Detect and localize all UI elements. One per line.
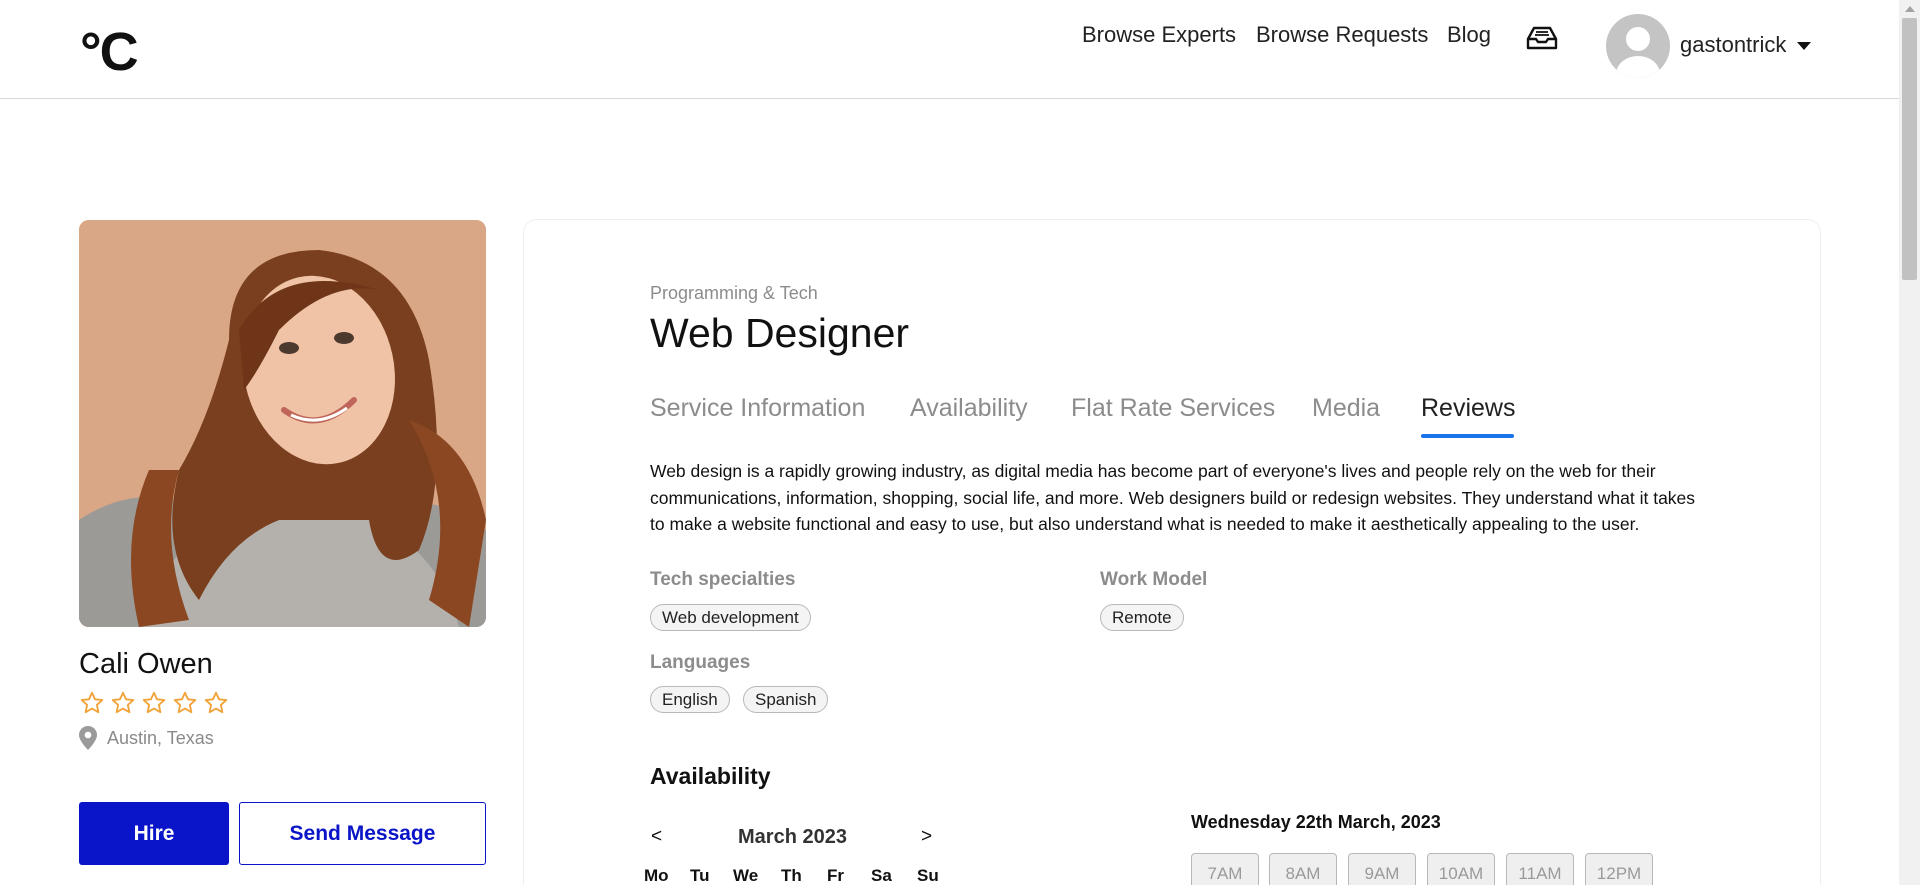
send-message-button[interactable]: Send Message xyxy=(239,802,486,865)
weekday-label: Tu xyxy=(690,866,710,885)
weekday-label: Fr xyxy=(827,866,844,885)
time-slot-button[interactable]: 8AM xyxy=(1269,853,1337,885)
username-label[interactable]: gastontrick xyxy=(1680,32,1786,58)
tab-reviews[interactable]: Reviews xyxy=(1421,394,1515,423)
time-slot-button[interactable]: 7AM xyxy=(1191,853,1259,885)
tech-specialties-label: Tech specialties xyxy=(650,569,796,590)
calendar-prev-button[interactable]: < xyxy=(651,826,662,848)
language-chip: English xyxy=(650,686,730,713)
weekday-label: Th xyxy=(781,866,802,885)
avatar[interactable] xyxy=(1606,14,1670,78)
location-text: Austin, Texas xyxy=(107,727,214,748)
star-outline-icon xyxy=(173,691,197,714)
availability-heading: Availability xyxy=(650,763,771,789)
nav-blog[interactable]: Blog xyxy=(1447,22,1491,48)
avatar-icon xyxy=(1616,27,1660,78)
scroll-up-arrow[interactable] xyxy=(1905,6,1915,12)
hire-button[interactable]: Hire xyxy=(79,802,229,865)
site-logo[interactable]: °C xyxy=(80,22,139,82)
inbox-icon[interactable] xyxy=(1525,25,1559,51)
calendar-month: March 2023 xyxy=(738,826,847,848)
nav-browse-requests[interactable]: Browse Requests xyxy=(1256,22,1428,48)
page-scrollbar[interactable] xyxy=(1899,0,1920,885)
tab-availability[interactable]: Availability xyxy=(910,394,1028,423)
map-pin-icon xyxy=(79,726,97,750)
caret-down-icon[interactable] xyxy=(1797,42,1811,50)
service-category: Programming & Tech xyxy=(650,283,818,303)
star-outline-icon xyxy=(204,691,228,714)
work-model-chip: Remote xyxy=(1100,604,1184,631)
service-title: Web Designer xyxy=(650,310,910,356)
service-description: Web design is a rapidly growing industry… xyxy=(650,461,1696,534)
time-slot-button[interactable]: 9AM xyxy=(1348,853,1416,885)
languages-label: Languages xyxy=(650,652,751,673)
selected-date-heading: Wednesday 22th March, 2023 xyxy=(1191,812,1441,832)
location: Austin, Texas xyxy=(79,726,214,750)
tab-service-information[interactable]: Service Information xyxy=(650,394,865,423)
calendar-next-button[interactable]: > xyxy=(921,826,932,848)
star-outline-icon xyxy=(142,691,166,714)
tab-media[interactable]: Media xyxy=(1312,394,1380,423)
scroll-thumb[interactable] xyxy=(1902,18,1917,280)
profile-photo xyxy=(79,220,486,627)
rating-stars xyxy=(79,690,229,716)
expert-name: Cali Owen xyxy=(79,648,213,680)
time-slot-button[interactable]: 11AM xyxy=(1506,853,1574,885)
tab-flat-rate-services[interactable]: Flat Rate Services xyxy=(1071,394,1275,423)
tech-chip: Web development xyxy=(650,604,811,631)
weekday-label: We xyxy=(733,866,759,885)
weekday-label: Sa xyxy=(871,866,892,885)
weekday-label: Su xyxy=(917,866,939,885)
top-nav-bar: °C Browse Experts Browse Requests Blog g… xyxy=(0,0,1899,99)
language-chip: Spanish xyxy=(743,686,829,713)
star-outline-icon xyxy=(111,691,135,714)
active-tab-indicator xyxy=(1421,434,1514,438)
weekday-label: Mo xyxy=(644,866,669,885)
time-slot-button[interactable]: 12PM xyxy=(1585,853,1653,885)
work-model-label: Work Model xyxy=(1100,569,1208,590)
nav-browse-experts[interactable]: Browse Experts xyxy=(1082,22,1236,48)
star-outline-icon xyxy=(80,691,104,714)
time-slot-button[interactable]: 10AM xyxy=(1427,853,1495,885)
